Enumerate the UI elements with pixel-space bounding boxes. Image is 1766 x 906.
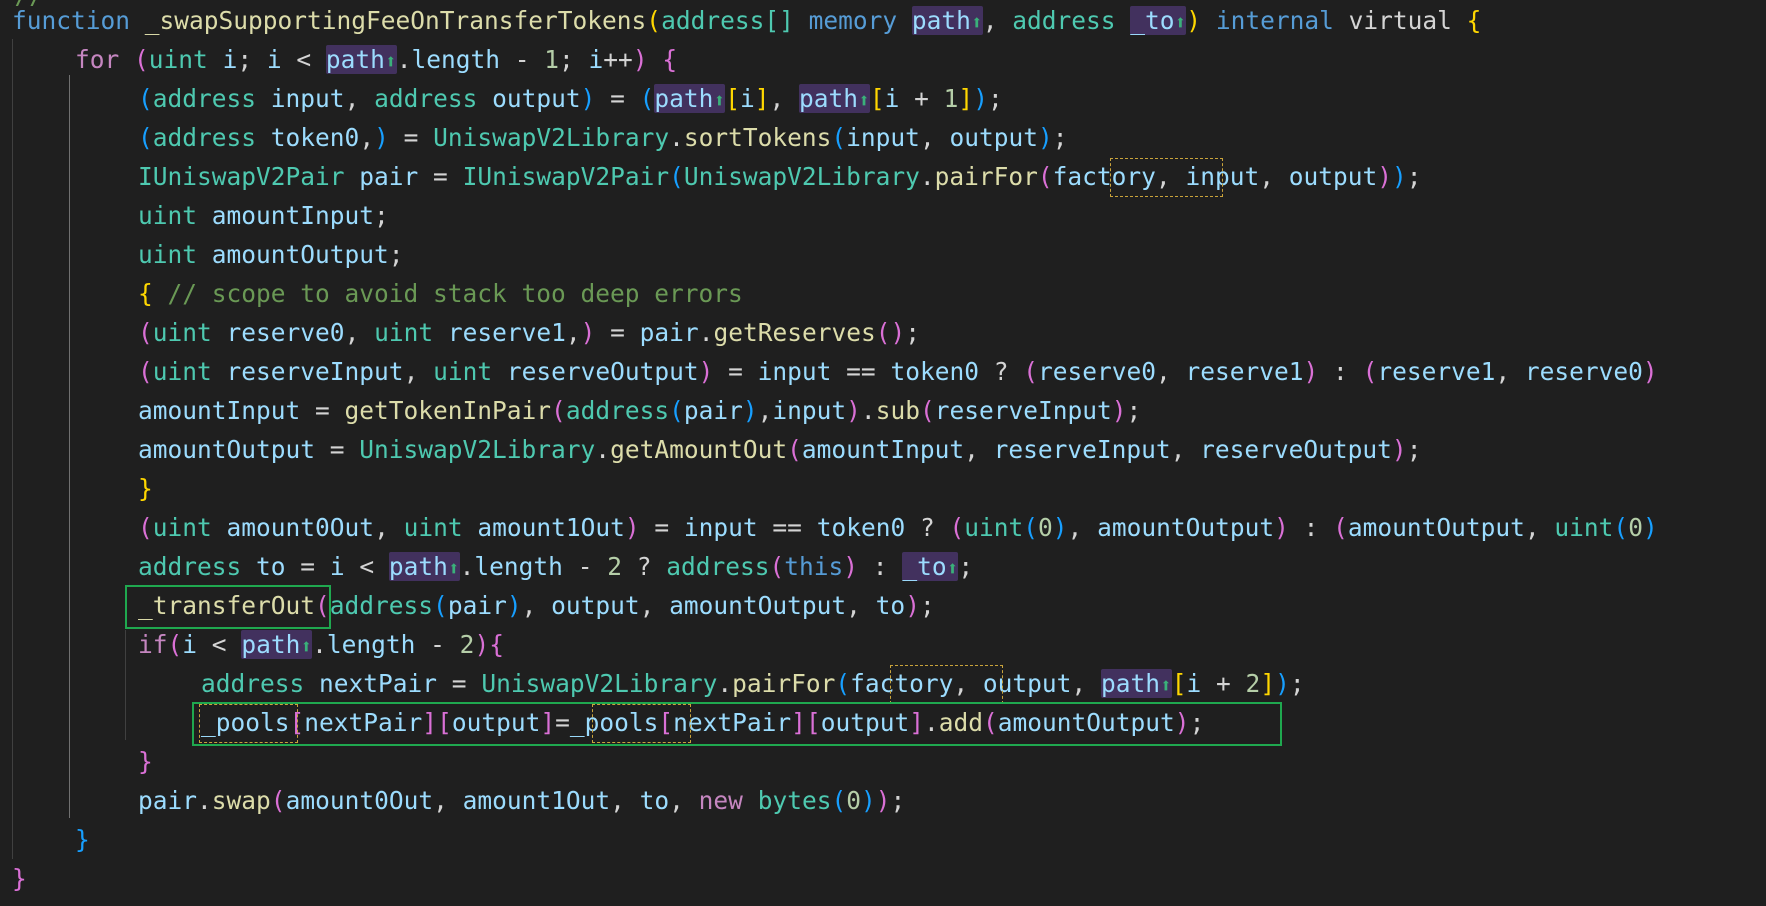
code-line: uint amountOutput; [138, 240, 404, 269]
code-line: uint amountInput; [138, 201, 389, 230]
code-line: (address token0,) = UniswapV2Library.sor… [138, 123, 1068, 152]
code-line: address to = i < path⬆.length - 2 ? addr… [138, 552, 974, 581]
code-line: (uint reserve0, uint reserve1,) = pair.g… [138, 318, 920, 347]
code-line: amountInput = getTokenInPair(address(pai… [138, 396, 1142, 425]
code-line: { // scope to avoid stack too deep error… [138, 279, 743, 308]
code-line: _pools[nextPair][output]=_pools[nextPair… [201, 708, 1205, 737]
code-line: function _swapSupportingFeeOnTransferTok… [12, 6, 1482, 35]
code-line: (uint reserveInput, uint reserveOutput) … [138, 357, 1658, 386]
code-line: } [75, 825, 90, 854]
code-line: _transferOut(address(pair), output, amou… [138, 591, 935, 620]
code-line: pair.swap(amount0Out, amount1Out, to, ne… [138, 786, 906, 815]
code-editor[interactable]: // function _swapSupportingFeeOnTransfer… [0, 0, 1766, 906]
code-line: amountOutput = UniswapV2Library.getAmoun… [138, 435, 1422, 464]
code-line: } [138, 747, 153, 776]
code-line: (address input, address output) = (path⬆… [138, 84, 1003, 113]
code-line: address nextPair = UniswapV2Library.pair… [201, 669, 1305, 698]
code-line: IUniswapV2Pair pair = IUniswapV2Pair(Uni… [138, 162, 1422, 191]
indent-guide [12, 39, 13, 859]
transfer-out-call: _transferOut [138, 591, 316, 620]
code-line: if(i < path⬆.length - 2){ [138, 630, 504, 659]
comment-text: // scope to avoid stack too deep errors [167, 279, 743, 308]
code-line: } [138, 474, 153, 503]
code-line: for (uint i; i < path⬆.length - 1; i++) … [75, 45, 678, 74]
indent-guide [125, 630, 126, 740]
indent-guide [69, 75, 70, 818]
code-line: (uint amount0Out, uint amount1Out) = inp… [138, 513, 1658, 542]
code-line: } [12, 864, 27, 893]
